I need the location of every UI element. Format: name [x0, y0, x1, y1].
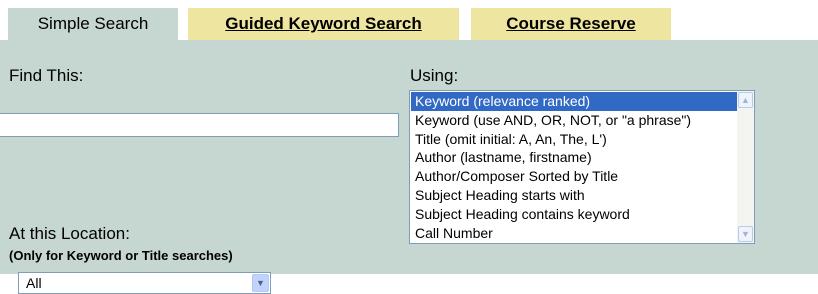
- location-selected-value: All: [26, 275, 42, 291]
- scroll-up-icon[interactable]: ▲: [738, 92, 753, 108]
- search-panel: Find This: Using: Keyword (relevance ran…: [0, 40, 818, 294]
- location-label: At this Location:: [9, 224, 130, 243]
- tab-simple-search[interactable]: Simple Search: [8, 8, 178, 40]
- search-type-listbox[interactable]: Keyword (relevance ranked) Keyword (use A…: [409, 90, 755, 244]
- tab-course-reserve-label[interactable]: Course Reserve: [506, 14, 635, 33]
- tab-simple-search-label: Simple Search: [37, 14, 149, 33]
- search-type-option[interactable]: Call Number: [411, 224, 737, 243]
- tab-guided-keyword-search-label[interactable]: Guided Keyword Search: [225, 14, 422, 33]
- search-type-option[interactable]: Keyword (use AND, OR, NOT, or "a phrase"…: [411, 111, 737, 130]
- search-type-option[interactable]: Author/Composer Sorted by Title: [411, 167, 737, 186]
- using-label: Using:: [410, 66, 459, 85]
- search-type-options: Keyword (relevance ranked) Keyword (use A…: [411, 92, 737, 242]
- chevron-down-icon[interactable]: ▼: [252, 274, 269, 292]
- location-select[interactable]: All ▼: [18, 272, 271, 294]
- search-type-option[interactable]: Author (lastname, firstname): [411, 148, 737, 167]
- search-type-option[interactable]: Title (omit initial: A, An, The, L'): [411, 130, 737, 149]
- search-type-option[interactable]: Subject Heading contains keyword: [411, 205, 737, 224]
- tab-guided-keyword-search[interactable]: Guided Keyword Search: [188, 8, 459, 40]
- tab-course-reserve[interactable]: Course Reserve: [471, 8, 671, 40]
- search-type-option[interactable]: Keyword (relevance ranked): [411, 92, 737, 111]
- listbox-scrollbar[interactable]: ▲ ▼: [737, 91, 754, 243]
- find-this-label: Find This:: [9, 66, 84, 85]
- scroll-down-icon[interactable]: ▼: [738, 226, 753, 242]
- find-this-input[interactable]: [0, 113, 399, 137]
- tab-bar: Simple Search Guided Keyword Search Cour…: [0, 0, 818, 40]
- location-note: (Only for Keyword or Title searches): [9, 248, 233, 263]
- search-type-option[interactable]: Subject Heading starts with: [411, 186, 737, 205]
